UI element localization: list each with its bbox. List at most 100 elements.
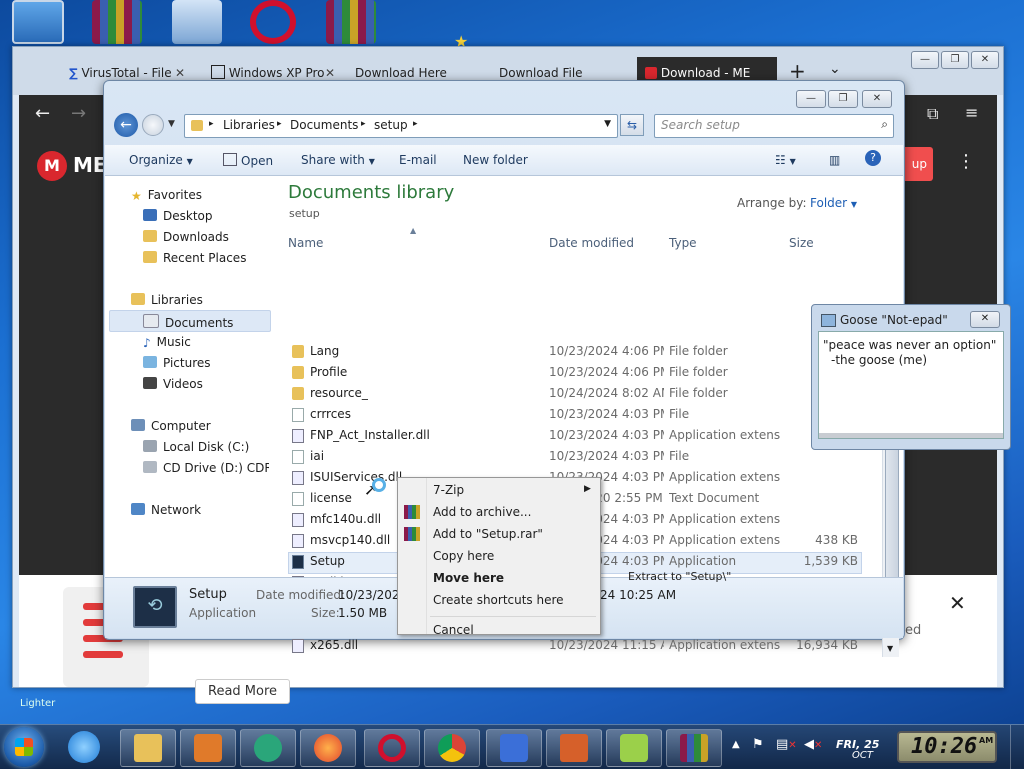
back-icon[interactable]: ←: [35, 103, 50, 124]
column-header-type[interactable]: Type: [669, 236, 697, 250]
nav-label: Local Disk (C:): [163, 440, 250, 454]
winrar-icon: [404, 527, 420, 541]
forward-icon[interactable]: →: [71, 103, 86, 124]
opera-desktop-icon[interactable]: [250, 0, 296, 44]
taskbar-opera[interactable]: [364, 729, 420, 767]
show-desktop-button[interactable]: [1010, 725, 1024, 769]
nav-computer[interactable]: Computer: [131, 419, 211, 433]
menu-item-copy-here[interactable]: Copy here: [433, 549, 494, 563]
taskbar-firefox[interactable]: [300, 729, 356, 767]
file-row[interactable]: x265.dll 10/23/2024 11:15 AM Application e…: [272, 635, 862, 656]
address-dropdown-icon[interactable]: ▼: [604, 119, 611, 129]
nav-label: Favorites: [147, 188, 202, 202]
search-input[interactable]: Search setup ⌕: [654, 114, 894, 138]
nav-network[interactable]: Network: [131, 503, 201, 517]
help-icon[interactable]: ?: [865, 150, 881, 166]
winrar-desktop-icon[interactable]: [92, 0, 142, 44]
taskbar-app-green[interactable]: [240, 729, 296, 767]
email-button[interactable]: E-mail: [399, 153, 437, 167]
read-more-button[interactable]: Read More: [195, 679, 291, 704]
maximize-button[interactable]: ❐: [941, 51, 969, 69]
menu-item-move-here[interactable]: Move here: [433, 571, 504, 585]
start-button[interactable]: [4, 727, 44, 767]
file-row[interactable]: crrrces 10/23/2024 4:03 PM File: [272, 404, 862, 425]
page-menu-icon[interactable]: ⋮: [957, 151, 975, 172]
nav-documents[interactable]: Documents: [143, 314, 233, 330]
file-row[interactable]: FNP_Act_Installer.dll 10/23/2024 4:03 PM A…: [272, 425, 862, 446]
navigation-pane: ★ Favorites Desktop Downloads Recent Plac…: [105, 176, 273, 577]
organize-button[interactable]: Organize ▼: [129, 153, 193, 167]
action-center-icon[interactable]: ⚑: [752, 737, 764, 752]
arrange-by-dropdown[interactable]: Folder ▼: [810, 196, 857, 210]
minimize-button[interactable]: —: [911, 51, 939, 69]
file-row[interactable]: Lang 10/23/2024 4:06 PM File folder: [272, 341, 862, 362]
computer-desktop-icon[interactable]: [12, 0, 64, 44]
nav-label: Documents: [165, 316, 234, 330]
minimize-button[interactable]: —: [796, 90, 826, 108]
tab-list-chevron-icon[interactable]: ⌄: [829, 61, 841, 77]
menu-item-create-shortcuts[interactable]: Create shortcuts here: [433, 593, 564, 607]
close-button[interactable]: ✕: [862, 90, 892, 108]
column-header-date[interactable]: Date modified: [549, 236, 634, 250]
refresh-button[interactable]: ⇆: [620, 114, 644, 136]
search-icon[interactable]: ⌕: [881, 117, 888, 132]
horizontal-scrollbar[interactable]: [819, 433, 1003, 438]
back-button[interactable]: ←: [114, 113, 138, 137]
breadcrumb-setup[interactable]: setup: [374, 118, 408, 132]
winrar-desktop-icon-2[interactable]: [326, 0, 376, 44]
control-panel-desktop-icon[interactable]: [172, 0, 222, 44]
scroll-down-icon[interactable]: ▼: [887, 644, 893, 653]
network-status-icon[interactable]: ▤✕: [776, 737, 797, 752]
taskbar-app-blue[interactable]: [486, 729, 542, 767]
open-button[interactable]: Open: [223, 153, 273, 168]
volume-muted-icon[interactable]: ◀✕: [804, 737, 822, 752]
nav-downloads[interactable]: Downloads: [143, 230, 229, 244]
chevron-down-icon: ▼: [850, 200, 858, 209]
taskbar-goose[interactable]: [606, 729, 662, 767]
clock[interactable]: 10:26 AM: [897, 731, 997, 763]
menu-item-7zip[interactable]: 7-Zip: [433, 483, 464, 497]
nav-pictures[interactable]: Pictures: [143, 356, 211, 370]
browser-menu-icon[interactable]: ≡: [965, 103, 978, 122]
close-button[interactable]: ✕: [971, 51, 999, 69]
nav-local-disk[interactable]: Local Disk (C:): [143, 440, 249, 454]
address-bar[interactable]: ▸ Libraries ▸ Documents ▸ setup ▸ ▼: [184, 114, 618, 138]
forward-button[interactable]: [142, 114, 164, 136]
extensions-icon[interactable]: ⧉: [927, 104, 938, 124]
taskbar-explorer[interactable]: [120, 729, 176, 767]
ie-icon[interactable]: [68, 731, 100, 763]
breadcrumb-chevron-icon: ▸: [361, 119, 366, 129]
nav-recent-places[interactable]: Recent Places: [143, 251, 246, 265]
file-type: Application extens...: [669, 533, 781, 547]
file-row[interactable]: Profile 10/23/2024 4:06 PM File folder: [272, 362, 862, 383]
column-header-size[interactable]: Size: [789, 236, 814, 250]
nav-music[interactable]: ♪ Music: [143, 335, 191, 350]
goose-notepad-body[interactable]: "peace was never an option" -the goose (…: [818, 331, 1004, 439]
menu-item-cancel[interactable]: Cancel: [433, 623, 474, 634]
share-with-button[interactable]: Share with ▼: [301, 153, 375, 167]
new-folder-button[interactable]: New folder: [463, 153, 528, 167]
nav-cd-drive[interactable]: CD Drive (D:) CDROM: [143, 461, 269, 475]
close-button[interactable]: ✕: [970, 311, 1000, 328]
history-chevron-icon[interactable]: ▼: [168, 119, 175, 129]
promo-close-icon[interactable]: ✕: [949, 591, 966, 615]
taskbar-chrome[interactable]: [424, 729, 480, 767]
column-header-name[interactable]: Name: [288, 236, 323, 250]
preview-pane-icon[interactable]: ▥: [829, 153, 840, 167]
breadcrumb-libraries[interactable]: Libraries: [223, 118, 275, 132]
taskbar-media-player[interactable]: [180, 729, 236, 767]
file-row[interactable]: iai 10/23/2024 4:03 PM File: [272, 446, 862, 467]
maximize-button[interactable]: ❐: [828, 90, 858, 108]
menu-item-add-to-archive[interactable]: Add to archive...: [433, 505, 531, 519]
nav-favorites[interactable]: ★ Favorites: [131, 188, 202, 203]
menu-item-add-to-setup-rar[interactable]: Add to "Setup.rar": [433, 527, 543, 541]
taskbar-app-screen[interactable]: [546, 729, 602, 767]
breadcrumb-documents[interactable]: Documents: [290, 118, 358, 132]
nav-videos[interactable]: Videos: [143, 377, 203, 391]
nav-libraries[interactable]: Libraries: [131, 293, 203, 307]
file-row[interactable]: resource_ 10/24/2024 8:02 AM File folder: [272, 383, 862, 404]
nav-desktop[interactable]: Desktop: [143, 209, 213, 223]
show-hidden-icons-icon[interactable]: ▲: [732, 739, 740, 750]
view-options-icon[interactable]: ☷ ▼: [775, 153, 796, 167]
taskbar-winrar[interactable]: [666, 729, 722, 767]
